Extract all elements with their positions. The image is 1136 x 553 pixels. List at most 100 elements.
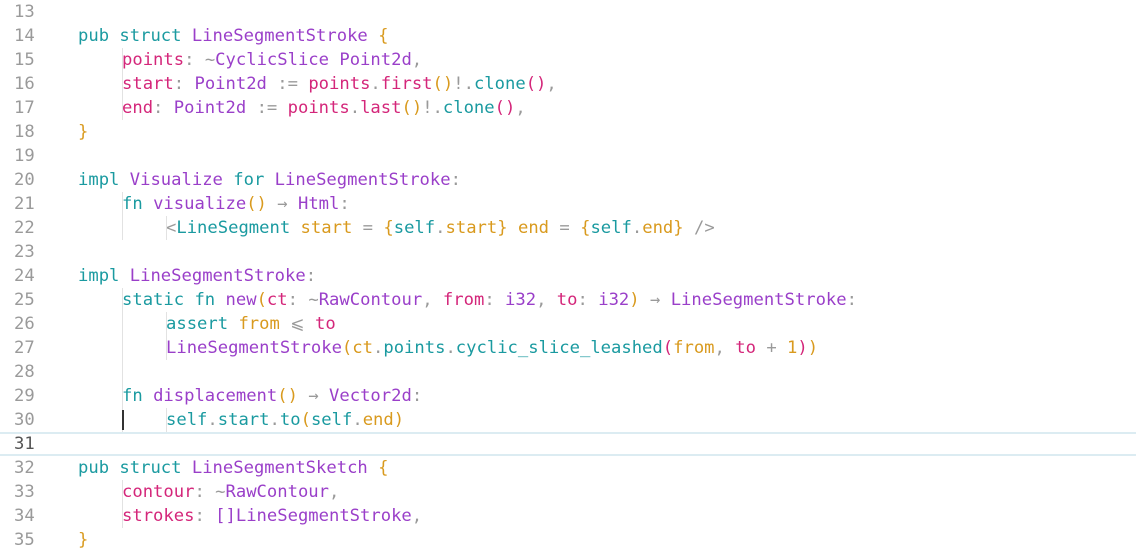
code-token: =	[559, 218, 570, 238]
line-code: fn displacement() → Vector2d:	[122, 384, 422, 408]
code-token: start	[217, 410, 270, 430]
code-token: LineSegment	[176, 218, 291, 238]
code-token: fn	[122, 194, 143, 214]
code-token: :	[484, 290, 495, 310]
code-line[interactable]: 14 pub struct LineSegmentStroke {	[0, 24, 1136, 48]
code-token: to	[279, 410, 301, 430]
code-line[interactable]: 24 impl LineSegmentStroke:	[0, 264, 1136, 288]
code-line[interactable]: 13	[0, 0, 1136, 24]
code-line[interactable]: 15 points: ~CyclicSlice Point2d,	[0, 48, 1136, 72]
indent-guide	[122, 480, 123, 528]
code-token: :	[153, 98, 164, 118]
line-number: 22	[14, 218, 35, 238]
code-line[interactable]: 33 contour: ~RawContour,	[0, 480, 1136, 504]
code-token: {	[383, 218, 394, 238]
code-token: fn	[194, 290, 216, 310]
code-token: Vector2d	[329, 386, 412, 406]
code-token: =	[362, 218, 374, 238]
code-editor[interactable]: 13 14 pub struct LineSegmentStroke {15 poin…	[0, 0, 1136, 553]
code-line[interactable]: 32 pub struct LineSegmentSketch {	[0, 456, 1136, 480]
code-line[interactable]: 31	[0, 432, 1136, 456]
code-line[interactable]: 26 assert from ⩽ to	[0, 312, 1136, 336]
code-token: ~	[215, 482, 226, 502]
code-token: ()	[525, 74, 547, 94]
code-token: .	[631, 218, 643, 238]
line-code: fn visualize() → Html:	[122, 192, 350, 216]
code-token: ct	[352, 338, 373, 358]
code-token: to	[314, 314, 336, 334]
line-number: 29	[14, 386, 35, 406]
code-token: new	[225, 290, 257, 310]
line-number: 24	[14, 266, 35, 286]
code-line[interactable]: 19	[0, 144, 1136, 168]
code-token: Point2d	[194, 74, 267, 94]
code-token: :	[305, 266, 317, 286]
code-line[interactable]: 30 self.start.to(self.end)	[0, 408, 1136, 432]
code-token: ()	[277, 386, 298, 406]
code-line[interactable]: 35}	[0, 528, 1136, 552]
code-line[interactable]: 22 <LineSegment start = {self.start} end …	[0, 216, 1136, 240]
code-line[interactable]: 21 fn visualize() → Html:	[0, 192, 1136, 216]
line-number: 17	[14, 98, 35, 118]
code-line[interactable]: 17 end: Point2d := points.last()!.clone()…	[0, 96, 1136, 120]
code-line[interactable]: 28	[0, 360, 1136, 384]
code-token: {	[378, 26, 389, 46]
code-line[interactable]: 18}	[0, 120, 1136, 144]
line-number: 28	[14, 362, 35, 382]
code-token: ~	[204, 50, 216, 70]
code-line[interactable]: 23	[0, 240, 1136, 264]
line-code: static fn new(ct: ~RawContour, from: i32…	[122, 288, 857, 312]
code-token: contour	[122, 482, 195, 502]
code-token: start	[445, 218, 498, 238]
code-token: :	[577, 290, 588, 310]
code-token: ,	[515, 98, 526, 118]
line-number: 32	[14, 458, 35, 478]
code-token: )	[807, 338, 819, 358]
code-token: (	[300, 410, 311, 430]
code-token: .	[207, 410, 218, 430]
code-token: from	[442, 290, 485, 310]
indent-guide	[166, 408, 167, 432]
code-line[interactable]: 29 fn displacement() → Vector2d:	[0, 384, 1136, 408]
code-token: (	[341, 338, 353, 358]
line-number: 27	[14, 338, 35, 358]
code-token: self	[310, 410, 353, 430]
line-number: 34	[14, 506, 35, 526]
text-cursor	[122, 410, 124, 430]
line-code: assert from ⩽ to	[166, 312, 336, 336]
code-line[interactable]: 16 start: Point2d := points.first()!.clon…	[0, 72, 1136, 96]
code-line[interactable]: 25 static fn new(ct: ~RawContour, from: i…	[0, 288, 1136, 312]
code-line[interactable]: 27 LineSegmentStroke(ct.points.cyclic_sli…	[0, 336, 1136, 360]
line-code: contour: ~RawContour,	[122, 480, 339, 504]
code-token: impl	[78, 266, 120, 286]
code-line[interactable]: 34 strokes: []LineSegmentStroke,	[0, 504, 1136, 528]
line-number: 25	[14, 290, 35, 310]
code-token: :	[846, 290, 857, 310]
line-code: strokes: []LineSegmentStroke,	[122, 504, 422, 528]
code-token: !.	[422, 98, 443, 118]
code-token: :	[173, 74, 185, 94]
line-code: impl LineSegmentStroke:	[78, 264, 316, 288]
code-token: :	[287, 290, 298, 310]
code-token: points	[287, 98, 350, 118]
code-token: struct	[119, 458, 182, 478]
code-token: to	[735, 338, 756, 358]
line-number: 18	[14, 122, 35, 142]
line-number: 21	[14, 194, 35, 214]
code-line[interactable]: 20 impl Visualize for LineSegmentStroke:	[0, 168, 1136, 192]
